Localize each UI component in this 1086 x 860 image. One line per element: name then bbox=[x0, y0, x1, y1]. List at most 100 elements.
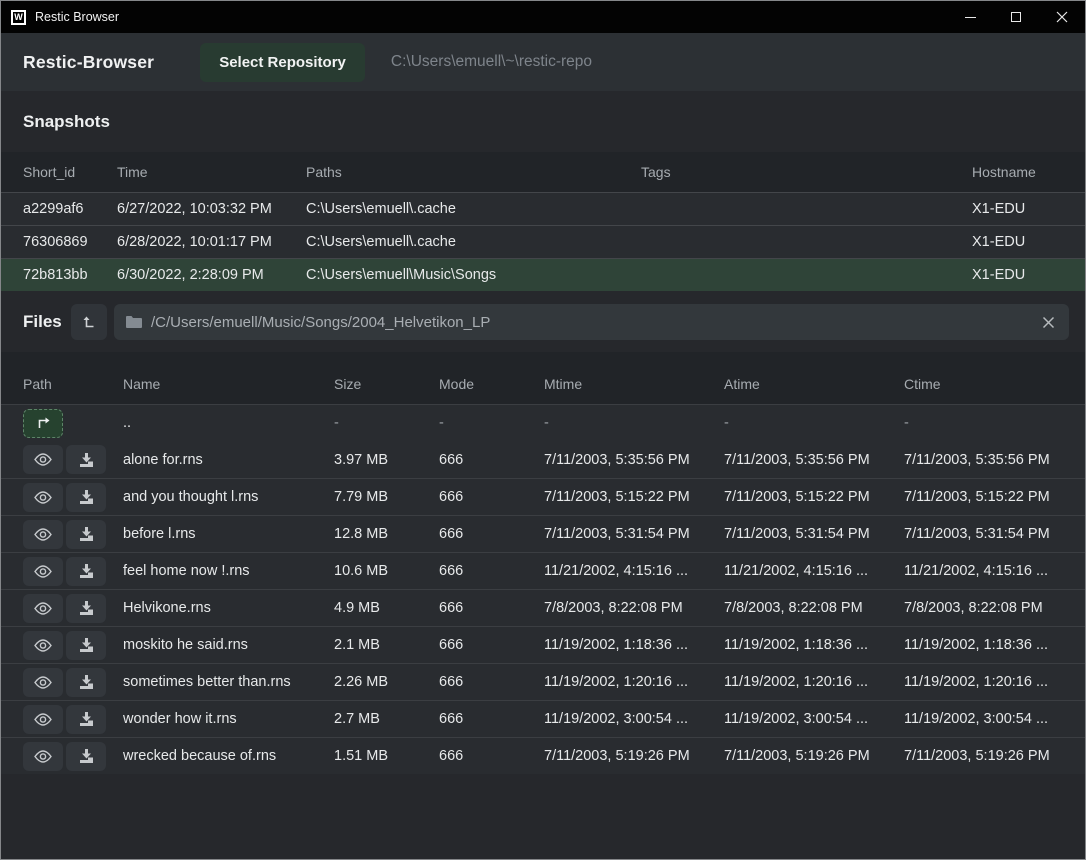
snapshot-hostname: X1-EDU bbox=[972, 234, 1069, 250]
file-mode: 666 bbox=[439, 748, 544, 764]
eye-icon bbox=[34, 602, 52, 615]
eye-icon bbox=[34, 750, 52, 763]
snapshot-hostname: X1-EDU bbox=[972, 201, 1069, 217]
current-path-text: /C/Users/emuell/Music/Songs/2004_Helveti… bbox=[151, 314, 1040, 331]
files-table-header: Path Name Size Mode Mtime Atime Ctime bbox=[1, 352, 1085, 404]
download-button[interactable] bbox=[66, 668, 106, 697]
column-header-short-id: Short_id bbox=[23, 164, 117, 180]
column-header-size: Size bbox=[334, 376, 439, 392]
files-heading: Files bbox=[23, 312, 71, 332]
preview-button[interactable] bbox=[23, 483, 63, 512]
file-name: wonder how it.rns bbox=[123, 711, 334, 727]
minimize-icon bbox=[965, 17, 976, 18]
clear-path-button[interactable] bbox=[1040, 314, 1057, 331]
column-header-mode: Mode bbox=[439, 376, 544, 392]
file-name: and you thought l.rns bbox=[123, 489, 334, 505]
file-ctime: 7/11/2003, 5:31:54 PM bbox=[904, 526, 1069, 542]
download-icon bbox=[79, 749, 94, 763]
file-mode: 666 bbox=[439, 637, 544, 653]
preview-button[interactable] bbox=[23, 668, 63, 697]
file-mode: 666 bbox=[439, 600, 544, 616]
download-button[interactable] bbox=[66, 594, 106, 623]
download-button[interactable] bbox=[66, 631, 106, 660]
navigate-up-button[interactable] bbox=[23, 409, 63, 438]
close-icon bbox=[1056, 11, 1068, 23]
file-size: 2.7 MB bbox=[334, 711, 439, 727]
preview-button[interactable] bbox=[23, 705, 63, 734]
minimize-button[interactable] bbox=[947, 1, 993, 33]
eye-icon bbox=[34, 565, 52, 578]
file-row: Helvikone.rns 4.9 MB 666 7/8/2003, 8:22:… bbox=[1, 589, 1085, 626]
maximize-icon bbox=[1011, 12, 1021, 22]
preview-button[interactable] bbox=[23, 742, 63, 771]
snapshot-row[interactable]: a2299af6 6/27/2022, 10:03:32 PM C:\Users… bbox=[1, 192, 1085, 225]
snapshots-heading: Snapshots bbox=[1, 91, 1085, 152]
column-header-time: Time bbox=[117, 164, 306, 180]
select-repository-button[interactable]: Select Repository bbox=[200, 43, 365, 82]
download-button[interactable] bbox=[66, 705, 106, 734]
download-icon bbox=[79, 527, 94, 541]
download-button[interactable] bbox=[66, 557, 106, 586]
file-ctime: 7/8/2003, 8:22:08 PM bbox=[904, 600, 1069, 616]
download-icon bbox=[79, 490, 94, 504]
file-atime: 7/11/2003, 5:15:22 PM bbox=[724, 489, 904, 505]
file-ctime: 7/11/2003, 5:15:22 PM bbox=[904, 489, 1069, 505]
app-window: W Restic Browser Restic-Browser Select R… bbox=[0, 0, 1086, 860]
file-mtime: 7/11/2003, 5:15:22 PM bbox=[544, 489, 724, 505]
preview-button[interactable] bbox=[23, 520, 63, 549]
repository-path: C:\Users\emuell\~\restic-repo bbox=[391, 53, 592, 71]
files-bar: Files /C/Users/emuell/Music/Songs/2004_H… bbox=[1, 304, 1085, 340]
file-ctime: 7/11/2003, 5:19:26 PM bbox=[904, 748, 1069, 764]
preview-button[interactable] bbox=[23, 445, 63, 474]
column-header-hostname: Hostname bbox=[972, 164, 1069, 180]
file-size: 7.79 MB bbox=[334, 489, 439, 505]
snapshot-paths: C:\Users\emuell\Music\Songs bbox=[306, 267, 641, 283]
download-button[interactable] bbox=[66, 483, 106, 512]
snapshot-short-id: a2299af6 bbox=[23, 201, 117, 217]
file-row: alone for.rns 3.97 MB 666 7/11/2003, 5:3… bbox=[1, 441, 1085, 478]
preview-button[interactable] bbox=[23, 594, 63, 623]
column-header-paths: Paths bbox=[306, 164, 641, 180]
file-row-parent: .. - - - - - bbox=[1, 404, 1085, 441]
level-up-icon bbox=[81, 314, 97, 330]
close-button[interactable] bbox=[1039, 1, 1085, 33]
download-icon bbox=[79, 638, 94, 652]
file-atime: 11/19/2002, 1:18:36 ... bbox=[724, 637, 904, 653]
preview-button[interactable] bbox=[23, 631, 63, 660]
file-mtime: 7/8/2003, 8:22:08 PM bbox=[544, 600, 724, 616]
current-path-input[interactable]: /C/Users/emuell/Music/Songs/2004_Helveti… bbox=[114, 304, 1069, 340]
download-button[interactable] bbox=[66, 445, 106, 474]
file-size: - bbox=[334, 415, 439, 431]
file-atime: 11/19/2002, 3:00:54 ... bbox=[724, 711, 904, 727]
eye-icon bbox=[34, 453, 52, 466]
file-name: moskito he said.rns bbox=[123, 637, 334, 653]
column-header-atime: Atime bbox=[724, 376, 904, 392]
file-size: 4.9 MB bbox=[334, 600, 439, 616]
file-mtime: 11/19/2002, 3:00:54 ... bbox=[544, 711, 724, 727]
level-up-button[interactable] bbox=[71, 304, 107, 340]
file-mode: 666 bbox=[439, 452, 544, 468]
snapshot-row[interactable]: 76306869 6/28/2022, 10:01:17 PM C:\Users… bbox=[1, 225, 1085, 258]
titlebar: W Restic Browser bbox=[1, 1, 1085, 33]
file-row: wonder how it.rns 2.7 MB 666 11/19/2002,… bbox=[1, 700, 1085, 737]
download-icon bbox=[79, 564, 94, 578]
file-atime: 7/8/2003, 8:22:08 PM bbox=[724, 600, 904, 616]
download-button[interactable] bbox=[66, 520, 106, 549]
file-mtime: 11/19/2002, 1:18:36 ... bbox=[544, 637, 724, 653]
maximize-button[interactable] bbox=[993, 1, 1039, 33]
file-size: 12.8 MB bbox=[334, 526, 439, 542]
file-row: moskito he said.rns 2.1 MB 666 11/19/200… bbox=[1, 626, 1085, 663]
snapshot-row-selected[interactable]: 72b813bb 6/30/2022, 2:28:09 PM C:\Users\… bbox=[1, 258, 1085, 291]
snapshot-paths: C:\Users\emuell\.cache bbox=[306, 201, 641, 217]
file-name: .. bbox=[123, 415, 334, 431]
column-header-tags: Tags bbox=[641, 164, 972, 180]
download-icon bbox=[79, 675, 94, 689]
column-header-ctime: Ctime bbox=[904, 376, 1069, 392]
file-row: wrecked because of.rns 1.51 MB 666 7/11/… bbox=[1, 737, 1085, 774]
file-name: before l.rns bbox=[123, 526, 334, 542]
download-button[interactable] bbox=[66, 742, 106, 771]
preview-button[interactable] bbox=[23, 557, 63, 586]
file-ctime: 11/21/2002, 4:15:16 ... bbox=[904, 563, 1069, 579]
download-icon bbox=[79, 601, 94, 615]
clear-x-icon bbox=[1042, 316, 1055, 329]
